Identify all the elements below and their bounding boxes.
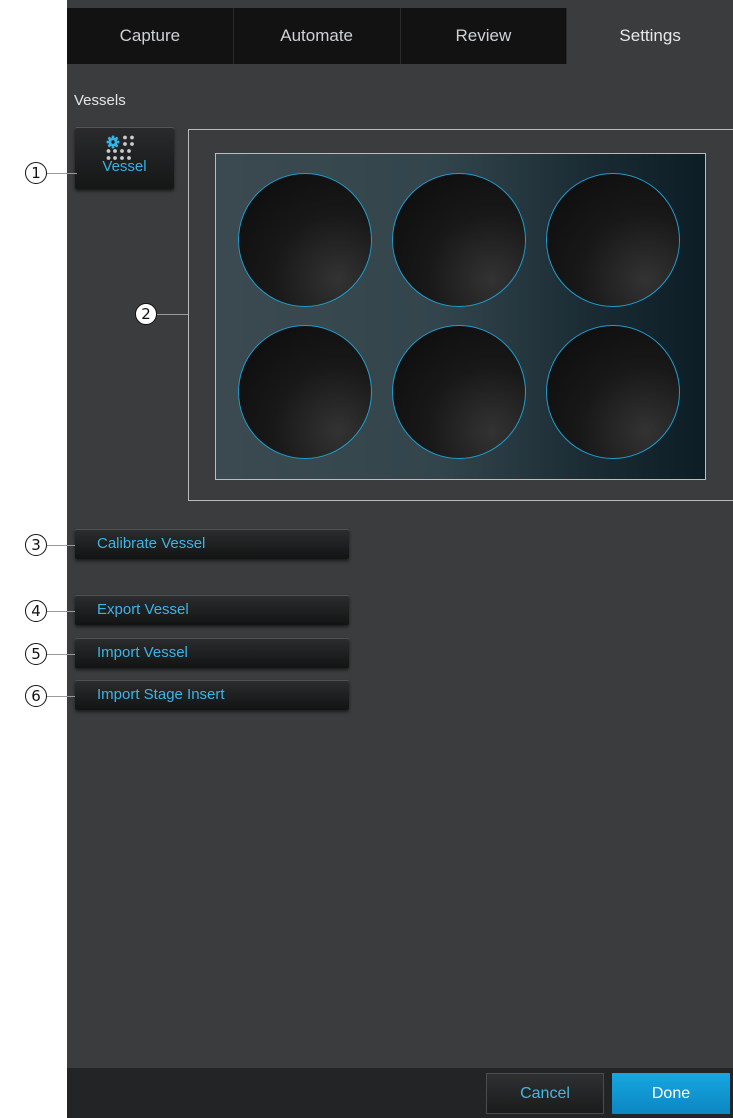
callout-3: 3: [25, 534, 47, 556]
callout-line-3: [47, 545, 75, 546]
callout-2: 2: [135, 303, 157, 325]
tab-review[interactable]: Review: [401, 8, 568, 64]
tab-automate[interactable]: Automate: [234, 8, 401, 64]
well-plate: [215, 153, 706, 480]
callout-line-2: [157, 314, 188, 315]
well-b1[interactable]: [238, 325, 372, 459]
well-a3[interactable]: [546, 173, 680, 307]
cancel-button[interactable]: Cancel: [486, 1073, 604, 1114]
callout-1: 1: [25, 162, 47, 184]
tab-bar: Capture Automate Review Settings: [67, 8, 733, 64]
callout-line-6: [47, 696, 75, 697]
vessel-button[interactable]: Vessel: [75, 127, 174, 189]
calibrate-vessel-button[interactable]: Calibrate Vessel: [75, 529, 349, 559]
done-button[interactable]: Done: [612, 1073, 730, 1114]
well-b2[interactable]: [392, 325, 526, 459]
footer-bar: Cancel Done: [67, 1068, 733, 1118]
section-title: Vessels: [74, 92, 126, 109]
callout-line-5: [47, 654, 75, 655]
well-b3[interactable]: [546, 325, 680, 459]
callout-line-1: [47, 173, 77, 174]
vessel-preview-frame: [188, 129, 733, 501]
import-stage-insert-button[interactable]: Import Stage Insert: [75, 680, 349, 710]
callout-5: 5: [25, 643, 47, 665]
import-vessel-button[interactable]: Import Vessel: [75, 638, 349, 668]
tab-settings[interactable]: Settings: [567, 8, 733, 64]
callout-4: 4: [25, 600, 47, 622]
tab-capture[interactable]: Capture: [67, 8, 234, 64]
settings-panel: Capture Automate Review Settings Vessels…: [67, 0, 733, 1118]
vessel-button-label: Vessel: [102, 158, 147, 175]
well-a1[interactable]: [238, 173, 372, 307]
callout-6: 6: [25, 685, 47, 707]
export-vessel-button[interactable]: Export Vessel: [75, 595, 349, 625]
callout-line-4: [47, 611, 75, 612]
well-a2[interactable]: [392, 173, 526, 307]
